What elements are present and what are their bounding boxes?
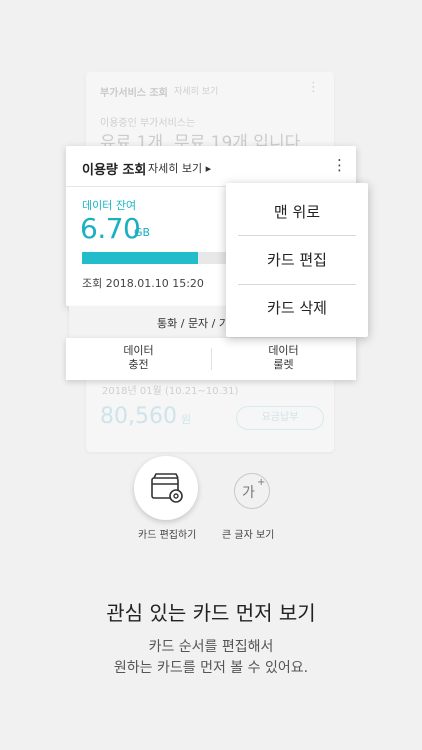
data-progress-fill — [82, 252, 199, 264]
large-text-button[interactable]: 가 + — [234, 473, 270, 509]
background-card-subtitle: 이용중인 부가서비스는 — [100, 118, 196, 129]
background-card-detail-link: 자세히 보기 — [174, 87, 219, 97]
usage-detail-link[interactable]: 자세히 보기 ▸ — [148, 160, 211, 176]
edit-card-button[interactable] — [134, 456, 198, 520]
billing-amount: 80,560 원 — [100, 404, 192, 429]
card-context-menu: 맨 위로 카드 편집 카드 삭제 — [226, 183, 368, 337]
pay-button: 요금납부 — [236, 406, 324, 430]
menu-divider — [238, 284, 356, 285]
menu-divider — [238, 235, 356, 236]
card-settings-icon — [151, 473, 183, 503]
promo-line-2: 원하는 카드를 먼저 볼 수 있어요. — [113, 660, 309, 676]
background-more-icon: ⋮ — [307, 80, 320, 95]
promo-headline: 관심 있는 카드 먼저 보기 — [106, 601, 316, 625]
card-action-row: 데이터 충전 데이터 룰렛 — [66, 338, 356, 380]
menu-item-edit-card[interactable]: 카드 편집 — [226, 249, 368, 270]
data-roulette-button[interactable]: 데이터 룰렛 — [211, 344, 356, 372]
promo-line-1: 카드 순서를 편집해서 — [148, 639, 274, 655]
data-roulette-label-1: 데이터 — [268, 344, 299, 357]
data-unit: GB — [134, 226, 151, 239]
billing-period: 2018년 01월 (10.21~10.31) — [102, 386, 239, 397]
data-charge-button[interactable]: 데이터 충전 — [66, 344, 211, 372]
data-charge-label-1: 데이터 — [123, 344, 154, 357]
large-text-label: 큰 글자 보기 — [222, 530, 275, 541]
data-charge-label-2: 충전 — [128, 358, 149, 371]
large-text-icon: 가 — [242, 485, 255, 501]
menu-item-scroll-top[interactable]: 맨 위로 — [226, 201, 368, 222]
edit-card-label: 카드 편집하기 — [138, 530, 197, 541]
query-timestamp: 조회 2018.01.10 15:20 — [82, 277, 204, 290]
menu-item-delete-card[interactable]: 카드 삭제 — [226, 297, 368, 318]
background-card-title: 부가서비스 조회 — [100, 88, 168, 99]
large-text-plus: + — [257, 477, 266, 488]
more-options-icon[interactable]: ⋮ — [332, 156, 347, 174]
data-remaining-label: 데이터 잔여 — [82, 199, 137, 212]
data-roulette-label-2: 룰렛 — [273, 358, 294, 371]
usage-card-title: 이용량 조회 — [82, 163, 147, 178]
data-remaining-value: 6.70 — [80, 212, 141, 245]
